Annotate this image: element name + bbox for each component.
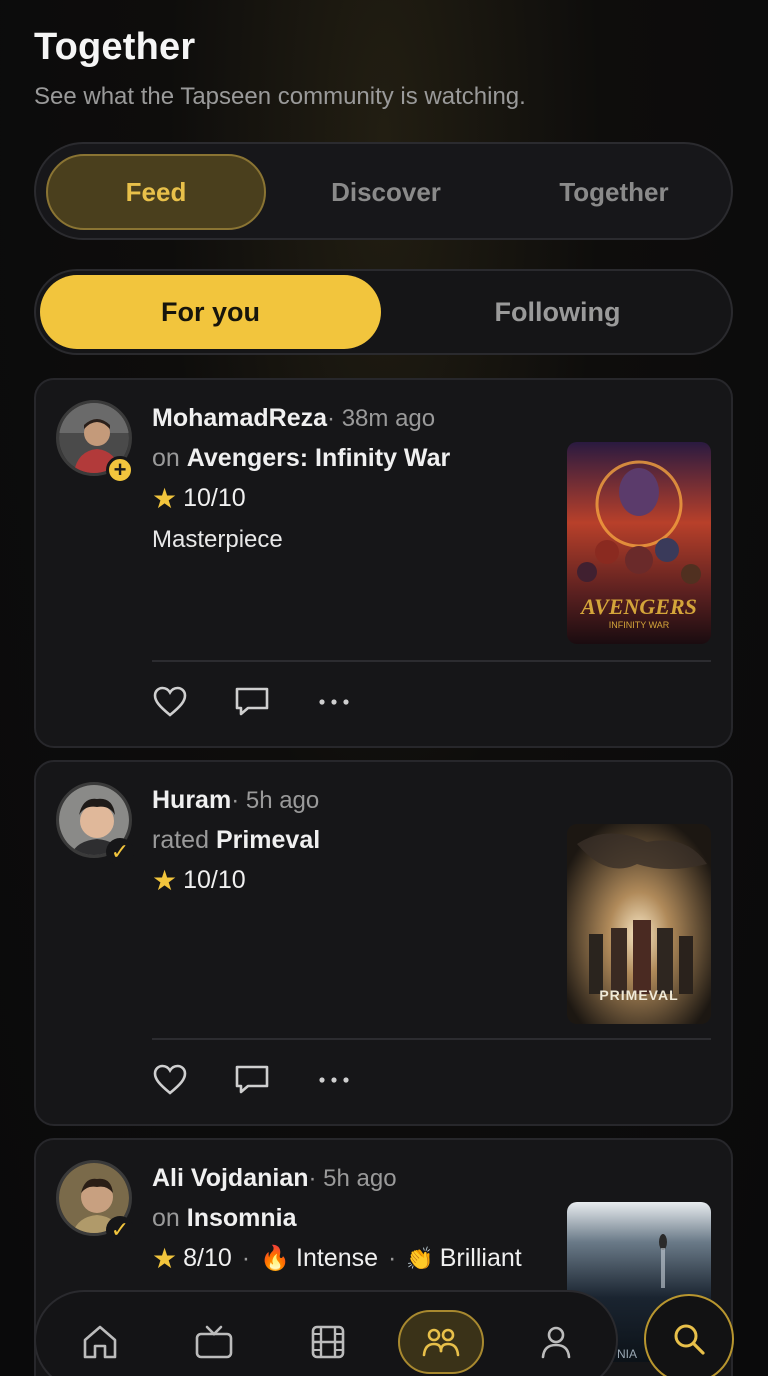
page-header: Together See what the Tapseen community … — [34, 26, 526, 111]
rating-row: ★ 10/10 — [152, 866, 246, 895]
movie-title[interactable]: Primeval — [216, 826, 320, 854]
feed-card[interactable]: + MohamadReza· 38m ago on Avengers: Infi… — [34, 378, 733, 748]
rating-value: 10/10 — [183, 866, 246, 894]
rating-value: 10/10 — [183, 484, 246, 512]
post-actions — [152, 684, 352, 720]
separator: · — [241, 1244, 251, 1272]
like-heart-icon[interactable] — [152, 684, 188, 720]
rating-value: 8/10 — [183, 1244, 232, 1272]
post-verb: on — [152, 1204, 180, 1232]
tab-feed[interactable]: Feed — [46, 154, 266, 230]
star-icon: ★ — [152, 1242, 178, 1274]
follow-plus-icon[interactable]: + — [106, 456, 134, 484]
reaction-tag: Intense — [296, 1244, 379, 1272]
rating-row: ★ 10/10 — [152, 484, 246, 513]
post-actions — [152, 1062, 352, 1098]
verified-check-icon: ✓ — [106, 1216, 134, 1244]
bottom-nav — [34, 1290, 618, 1376]
card-divider — [152, 1038, 711, 1040]
page-subtitle: See what the Tapseen community is watchi… — [34, 83, 526, 110]
post-subject: rated Primeval — [152, 826, 320, 855]
movie-poster[interactable]: AVENGERS INFINITY WAR — [567, 442, 711, 644]
comment-icon[interactable] — [234, 684, 270, 720]
community-icon[interactable] — [398, 1310, 484, 1374]
username[interactable]: Ali Vojdanian — [152, 1164, 309, 1192]
feed-filter-tabs: For you Following — [34, 269, 733, 355]
separator: · — [388, 1244, 397, 1272]
page-title: Together — [34, 26, 196, 68]
poster-title: NIA — [617, 1347, 637, 1361]
username[interactable]: Huram — [152, 786, 231, 814]
rating-row: ★ 8/10 · 🔥 Intense · 👏 Brilliant — [152, 1244, 522, 1273]
poster-title: AVENGERS — [579, 594, 697, 619]
fire-icon: 🔥 — [260, 1245, 290, 1272]
post-header: MohamadReza· 38m ago — [152, 404, 435, 433]
film-icon[interactable] — [296, 1310, 360, 1374]
clap-icon: 👏 — [406, 1245, 434, 1271]
username[interactable]: MohamadReza — [152, 404, 327, 432]
poster-title: PRIMEVAL — [599, 987, 678, 1003]
post-subject: on Avengers: Infinity War — [152, 444, 450, 473]
star-icon: ★ — [152, 864, 178, 896]
movie-title[interactable]: Avengers: Infinity War — [187, 444, 450, 472]
comment-icon[interactable] — [234, 1062, 270, 1098]
verified-check-icon: ✓ — [106, 838, 134, 866]
search-button[interactable] — [644, 1294, 734, 1376]
tab-following[interactable]: Following — [387, 275, 728, 349]
home-icon[interactable] — [68, 1310, 132, 1374]
movie-title[interactable]: Insomnia — [187, 1204, 297, 1232]
post-verb: on — [152, 444, 180, 472]
poster-subtitle: INFINITY WAR — [609, 620, 670, 630]
post-verb: rated — [152, 826, 209, 854]
tab-together[interactable]: Together — [504, 154, 724, 230]
reaction-tag: Brilliant — [439, 1244, 522, 1272]
timestamp: · 5h ago — [308, 1165, 397, 1192]
more-options-icon[interactable] — [316, 1062, 352, 1098]
post-comment: Masterpiece — [152, 526, 283, 553]
star-icon: ★ — [152, 482, 178, 514]
more-options-icon[interactable] — [316, 684, 352, 720]
search-icon — [674, 1324, 705, 1355]
timestamp: · 5h ago — [231, 787, 320, 814]
movie-poster[interactable]: PRIMEVAL — [567, 824, 711, 1024]
like-heart-icon[interactable] — [152, 1062, 188, 1098]
post-subject: on Insomnia — [152, 1204, 297, 1233]
timestamp: · 38m ago — [327, 405, 436, 432]
tab-for-you[interactable]: For you — [40, 275, 381, 349]
main-tabs: Feed Discover Together — [34, 142, 733, 240]
tab-discover[interactable]: Discover — [276, 154, 496, 230]
card-divider — [152, 660, 711, 662]
post-header: Huram· 5h ago — [152, 786, 319, 815]
post-header: Ali Vojdanian· 5h ago — [152, 1164, 397, 1193]
tv-icon[interactable] — [182, 1310, 246, 1374]
profile-icon[interactable] — [524, 1310, 588, 1374]
feed-card[interactable]: ✓ Huram· 5h ago rated Primeval ★ 10/10 P… — [34, 760, 733, 1126]
